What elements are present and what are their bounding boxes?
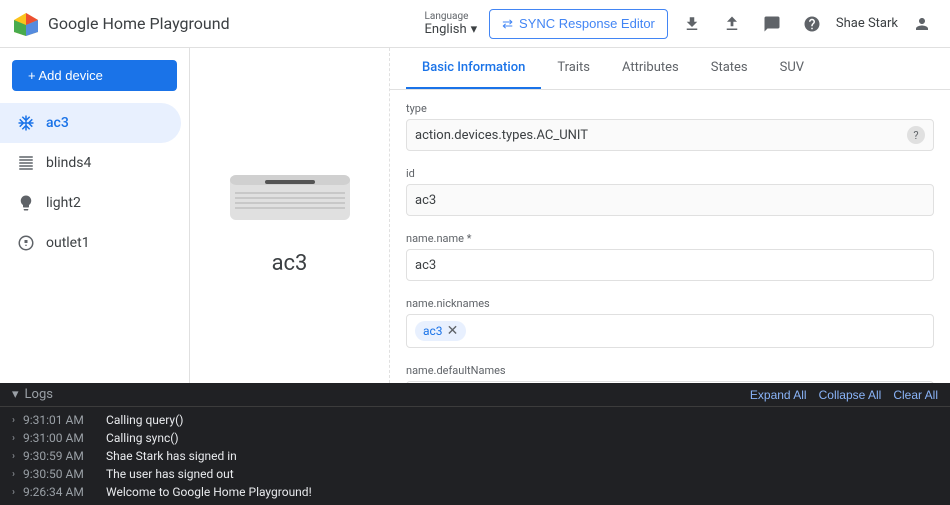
tab-basic-information[interactable]: Basic Information [406,48,541,89]
device-image [225,155,355,235]
logs-area: ▾ Logs Expand All Collapse All Clear All… [0,383,950,505]
logs-header: ▾ Logs Expand All Collapse All Clear All [0,383,950,407]
logs-toggle-button[interactable]: ▾ Logs [12,387,53,402]
id-field-value: ac3 [406,184,934,216]
id-field: id ac3 [406,167,934,216]
outlet-icon [16,233,36,253]
log-text: Calling sync() [106,431,179,445]
tab-attributes[interactable]: Attributes [606,48,695,89]
sidebar-item-light2[interactable]: light2 [0,183,181,223]
collapse-all-button[interactable]: Collapse All [819,388,882,402]
language-select[interactable]: English ▾ [425,22,478,37]
log-text: Shae Stark has signed in [106,449,237,463]
type-field-label: type [406,102,934,115]
id-field-label: id [406,167,934,180]
log-entry: › 9:26:34 AM Welcome to Google Home Play… [0,483,950,501]
main-layout: + Add device ac3 blinds4 light2 [0,48,950,383]
export-icon-button[interactable] [676,8,708,40]
nickname-chip-ac3: ac3 ✕ [415,321,466,341]
nicknames-field-value[interactable]: ac3 ✕ [406,314,934,348]
nicknames-field-label: name.nicknames [406,297,934,310]
add-device-button[interactable]: + Add device [12,60,177,91]
device-preview-panel: ac3 [190,48,390,383]
logs-actions: Expand All Collapse All Clear All [750,388,938,402]
device-preview-label: ac3 [272,251,308,276]
logs-label: Logs [25,387,53,402]
log-text: The user has signed out [106,467,234,481]
log-entry: › 9:31:00 AM Calling sync() [0,429,950,447]
tab-states[interactable]: States [695,48,764,89]
expand-all-button[interactable]: Expand All [750,388,807,402]
lightbulb-icon [16,193,36,213]
app-title: Google Home Playground [48,14,230,33]
chat-icon-button[interactable] [756,8,788,40]
blinds-icon [16,153,36,173]
logs-content: › 9:31:01 AM Calling query() › 9:31:00 A… [0,407,950,505]
sidebar-item-ac3-label: ac3 [46,115,69,131]
sidebar-item-blinds4[interactable]: blinds4 [0,143,181,183]
tab-traits[interactable]: Traits [541,48,606,89]
device-info-tabs: Basic Information Traits Attributes Stat… [390,48,950,90]
log-text: Calling query() [106,413,183,427]
log-expand-icon[interactable]: › [12,415,15,426]
log-expand-icon[interactable]: › [12,469,15,480]
type-help-icon[interactable]: ? [907,126,925,144]
log-expand-icon[interactable]: › [12,451,15,462]
log-entry: › 9:31:01 AM Calling query() [0,411,950,429]
type-field: type action.devices.types.AC_UNIT ? [406,102,934,151]
sync-icon: ⇄ [502,16,513,32]
log-entry: › 9:30:59 AM Shae Stark has signed in [0,447,950,465]
name-field: name.name * ac3 [406,232,934,281]
language-label: Language [425,11,469,22]
app-logo: Google Home Playground [12,10,230,38]
log-expand-icon[interactable]: › [12,487,15,498]
chevron-down-icon: ▾ [12,387,19,402]
log-entry: › 9:30:50 AM The user has signed out [0,465,950,483]
chevron-down-icon: ▾ [471,22,478,37]
log-time: 9:30:59 AM [23,449,98,463]
log-time: 9:26:34 AM [23,485,98,499]
log-time: 9:30:50 AM [23,467,98,481]
help-icon-button[interactable] [796,8,828,40]
user-name: Shae Stark [836,16,898,31]
basic-information-form: type action.devices.types.AC_UNIT ? id a… [390,90,950,383]
account-icon-button[interactable] [906,8,938,40]
content-area: ac3 Basic Information Traits Attributes … [190,48,950,383]
sidebar-item-outlet1[interactable]: outlet1 [0,223,181,263]
nicknames-field: name.nicknames ac3 ✕ [406,297,934,348]
remove-nickname-button[interactable]: ✕ [447,323,459,339]
sidebar-item-light2-label: light2 [46,195,81,211]
sidebar-item-blinds4-label: blinds4 [46,155,91,171]
log-text: Welcome to Google Home Playground! [106,485,312,499]
name-field-value[interactable]: ac3 [406,249,934,281]
defaultnames-field-value[interactable] [406,381,934,383]
sync-response-editor-button[interactable]: ⇄ SYNC Response Editor [489,9,668,39]
snowflake-icon [16,113,36,133]
sidebar-item-ac3[interactable]: ac3 [0,103,181,143]
log-time: 9:31:01 AM [23,413,98,427]
type-field-value: action.devices.types.AC_UNIT ? [406,119,934,151]
defaultnames-field-label: name.defaultNames [406,364,934,377]
download-icon-button[interactable] [716,8,748,40]
log-time: 9:31:00 AM [23,431,98,445]
logo-icon [12,10,40,38]
tab-suv[interactable]: SUV [764,48,820,89]
device-info-panel: Basic Information Traits Attributes Stat… [390,48,950,383]
device-list-sidebar: + Add device ac3 blinds4 light2 [0,48,190,383]
defaultnames-field: name.defaultNames [406,364,934,383]
sidebar-item-outlet1-label: outlet1 [46,235,90,251]
ac-unit-image [225,160,355,230]
clear-all-button[interactable]: Clear All [893,388,938,402]
language-section: Language English ▾ [425,11,478,37]
topbar: Google Home Playground Language English … [0,0,950,48]
name-field-label: name.name * [406,232,934,245]
log-expand-icon[interactable]: › [12,433,15,444]
